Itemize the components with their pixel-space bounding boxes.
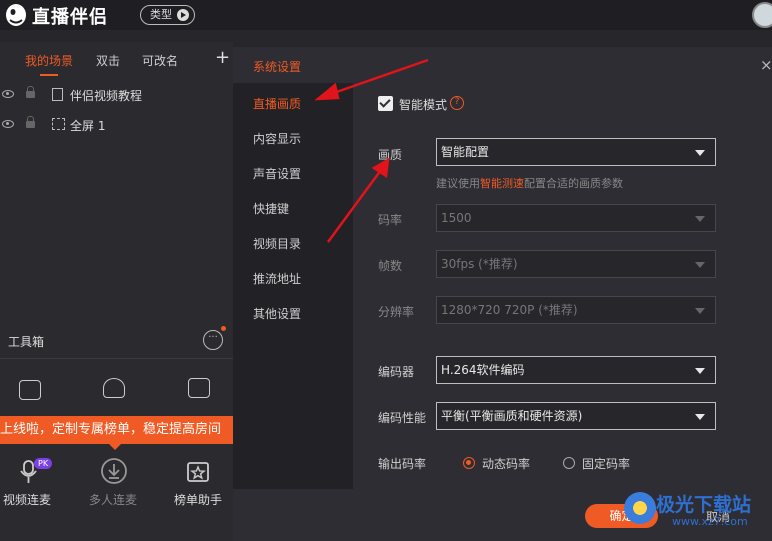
encoder-perf-value: 平衡(平衡画质和硬件资源) <box>441 409 583 423</box>
smart-mode-label: 智能模式 <box>399 98 448 112</box>
leaderboard-star-icon[interactable] <box>186 459 210 483</box>
pk-badge: PK <box>34 458 53 469</box>
resolution-select: 1280*720 720P (*推荐) <box>436 296 716 324</box>
quality-hint: 建议使用智能测速配置合适的画质参数 <box>436 175 623 191</box>
source-label: 伴侣视频教程 <box>70 89 143 103</box>
encoder-select[interactable]: H.264软件编码 <box>436 356 716 384</box>
download-circle-icon[interactable] <box>100 457 128 485</box>
active-tab-indicator <box>40 74 58 76</box>
chevron-down-icon <box>695 414 705 420</box>
tab-my-scene[interactable]: 我的场景 <box>25 52 73 69</box>
nav-item-content-display[interactable]: 内容显示 <box>253 130 301 147</box>
bitrate-select: 1500 <box>436 204 716 232</box>
quality-label: 画质 <box>378 148 403 162</box>
eye-icon[interactable] <box>2 90 14 98</box>
more-options-icon[interactable]: ··· <box>203 330 223 350</box>
bitrate-value: 1500 <box>441 211 472 225</box>
task-check-icon[interactable] <box>188 378 210 398</box>
avatar[interactable] <box>752 2 772 28</box>
add-scene-button[interactable]: + <box>215 49 230 67</box>
dialog-title: 系统设置 <box>253 60 302 74</box>
watermark-url: www.xz7.com <box>672 515 748 528</box>
type-button-label: 类型 <box>150 8 172 21</box>
hint-suffix: 配置合适的画质参数 <box>524 177 623 190</box>
nav-item-other[interactable]: 其他设置 <box>253 305 301 322</box>
tab-double-click[interactable]: 双击 <box>96 52 120 69</box>
dynamic-bitrate-radio[interactable] <box>463 457 475 469</box>
type-dropdown-button[interactable]: 类型 <box>140 5 195 25</box>
close-icon[interactable]: × <box>760 56 772 74</box>
framerate-select: 30fps (*推荐) <box>436 250 716 278</box>
play-arrow-icon <box>177 9 189 21</box>
chevron-down-icon <box>695 150 705 156</box>
nav-item-shortcuts[interactable]: 快捷键 <box>253 200 289 217</box>
resolution-value: 1280*720 720P (*推荐) <box>441 303 578 317</box>
encoder-value: H.264软件编码 <box>441 363 525 377</box>
tool-label-video-link: 视频连麦 <box>3 493 52 507</box>
source-row[interactable]: 伴侣视频教程 <box>0 82 233 108</box>
tab-renamable[interactable]: 可改名 <box>142 52 178 69</box>
source-row[interactable]: 全屏 1 <box>0 112 233 138</box>
encoder-label: 编码器 <box>378 365 415 379</box>
toolbox-title: 工具箱 <box>8 335 45 349</box>
hint-prefix: 建议使用 <box>436 177 480 190</box>
quality-select[interactable]: 智能配置 <box>436 138 716 166</box>
encoder-perf-label: 编码性能 <box>378 411 427 425</box>
user-tool-icon[interactable] <box>103 378 125 398</box>
comment-tool-icon[interactable] <box>19 380 41 400</box>
framerate-label: 帧数 <box>378 259 403 273</box>
nav-item-live-quality[interactable]: 直播画质 <box>253 95 301 112</box>
speed-test-link[interactable]: 智能测速 <box>480 177 524 190</box>
tool-label-leaderboard: 榜单助手 <box>174 493 223 507</box>
banner-pointer <box>108 443 122 450</box>
fullscreen-icon <box>52 118 65 130</box>
fixed-bitrate-radio[interactable] <box>563 457 575 469</box>
nav-item-stream-url[interactable]: 推流地址 <box>253 270 301 287</box>
app-title: 直播伴侣 <box>32 7 108 28</box>
promo-banner[interactable]: 上线啦，定制专属榜单，稳定提高房间 <box>0 416 233 444</box>
fixed-bitrate-label: 固定码率 <box>582 457 631 471</box>
watermark-logo-icon <box>624 492 656 524</box>
divider <box>0 358 233 359</box>
resolution-label: 分辨率 <box>378 305 415 319</box>
title-bar <box>0 0 772 30</box>
framerate-value: 30fps (*推荐) <box>441 257 518 271</box>
chevron-down-icon <box>695 216 705 222</box>
lock-icon[interactable] <box>26 86 35 98</box>
chevron-down-icon <box>695 308 705 314</box>
chevron-down-icon <box>695 368 705 374</box>
tool-label-multi-link: 多人连麦 <box>89 493 138 507</box>
app-logo-icon <box>6 4 26 26</box>
smart-mode-checkbox[interactable] <box>378 96 393 111</box>
output-bitrate-label: 输出码率 <box>378 457 427 471</box>
nav-item-sound[interactable]: 声音设置 <box>253 165 301 182</box>
encoder-perf-select[interactable]: 平衡(平衡画质和硬件资源) <box>436 402 716 430</box>
dynamic-bitrate-label: 动态码率 <box>482 457 531 471</box>
lock-icon[interactable] <box>26 116 35 128</box>
help-icon[interactable]: ? <box>450 96 464 110</box>
notification-dot <box>221 326 226 331</box>
nav-item-video-dir[interactable]: 视频目录 <box>253 235 301 252</box>
document-icon <box>52 88 63 101</box>
source-label: 全屏 1 <box>70 119 106 133</box>
quality-value: 智能配置 <box>441 145 490 159</box>
bitrate-label: 码率 <box>378 213 403 227</box>
chevron-down-icon <box>695 262 705 268</box>
eye-icon[interactable] <box>2 120 14 128</box>
watermark-text: 极光下载站 <box>656 494 752 516</box>
